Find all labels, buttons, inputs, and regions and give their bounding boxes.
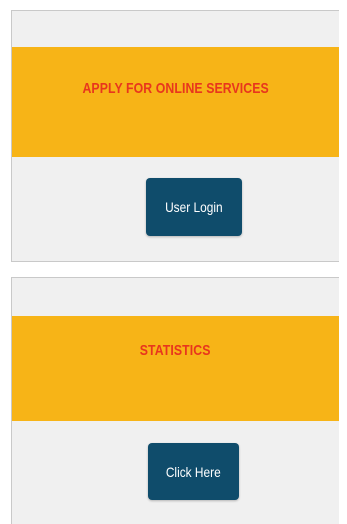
online-services-title: APPLY FOR ONLINE SERVICES bbox=[82, 79, 269, 97]
statistics-title: STATISTICS bbox=[140, 342, 211, 359]
statistics-panel: STATISTICS Click Here bbox=[11, 277, 339, 524]
user-login-button[interactable]: User Login bbox=[146, 178, 242, 236]
online-services-banner: APPLY FOR ONLINE SERVICES bbox=[12, 47, 339, 157]
statistics-button-label: Click Here bbox=[166, 463, 221, 480]
online-services-panel: APPLY FOR ONLINE SERVICES User Login bbox=[11, 10, 339, 262]
statistics-banner: STATISTICS bbox=[12, 316, 339, 421]
user-login-button-label: User Login bbox=[165, 199, 223, 215]
statistics-click-here-button[interactable]: Click Here bbox=[148, 443, 239, 500]
page: APPLY FOR ONLINE SERVICES User Login STA… bbox=[0, 0, 347, 524]
